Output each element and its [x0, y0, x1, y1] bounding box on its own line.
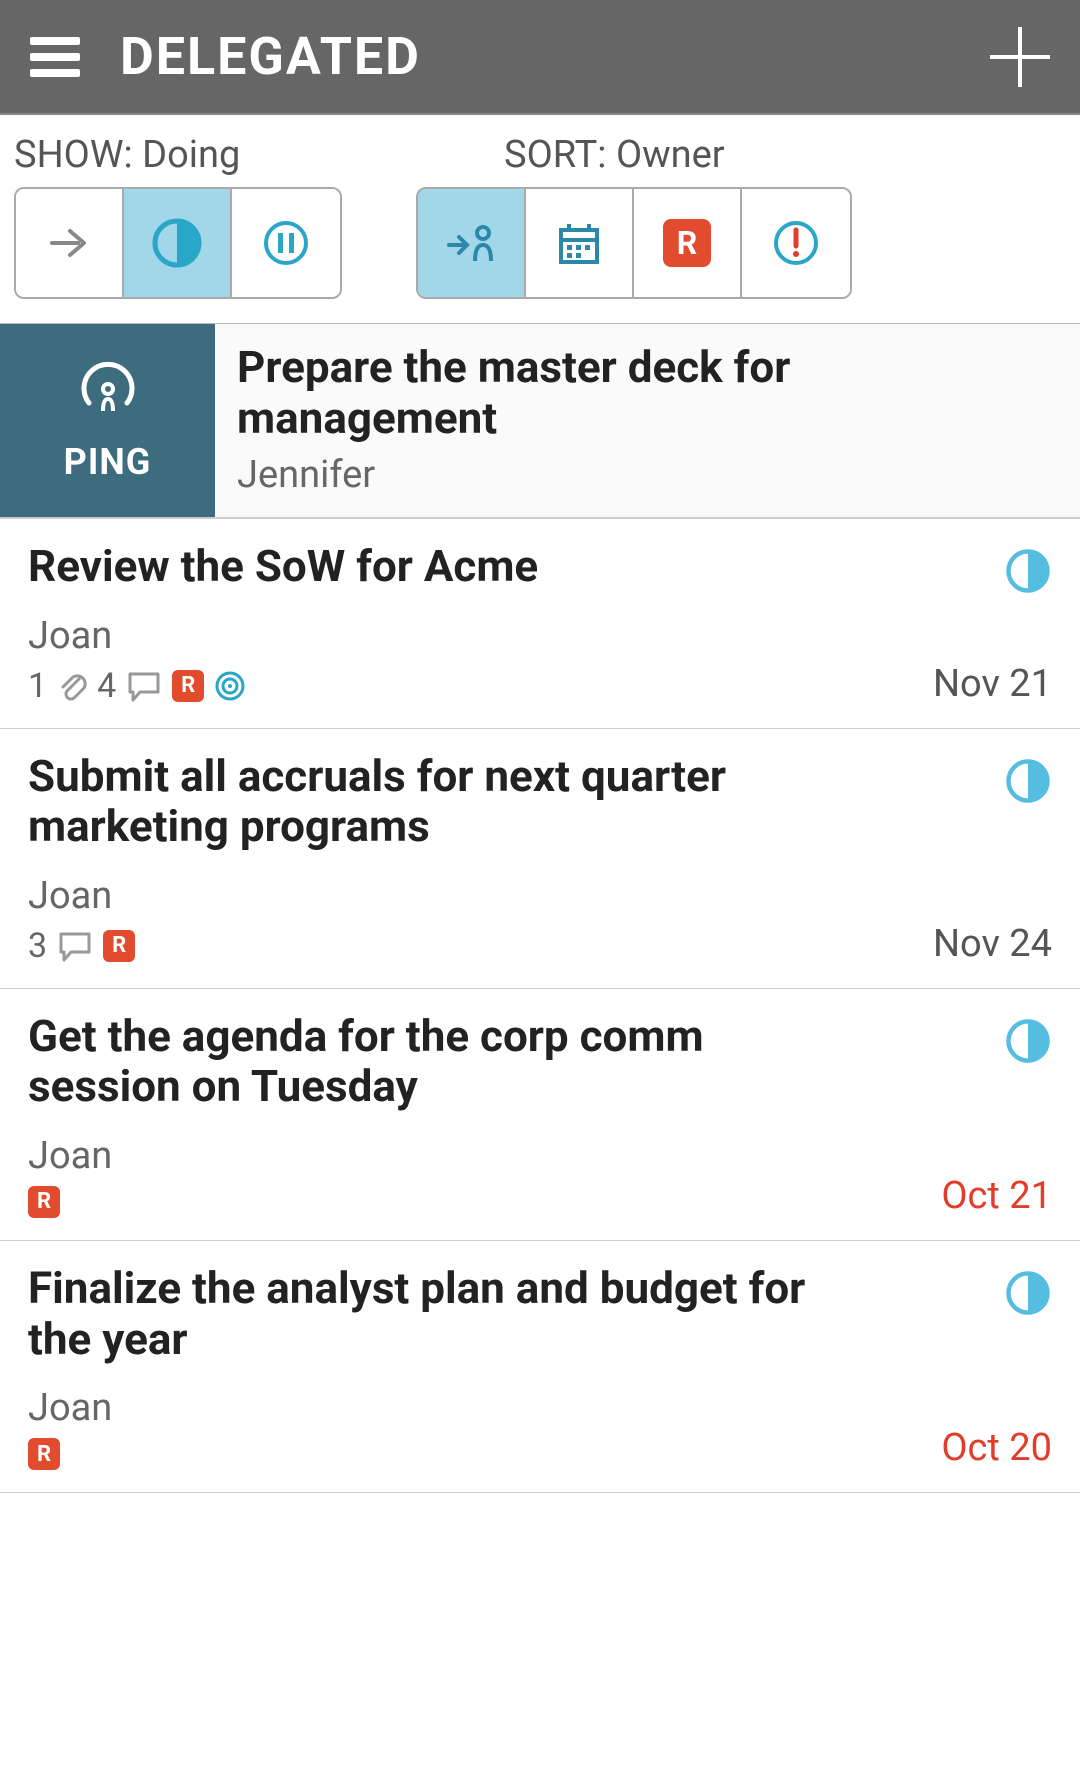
- r-badge-icon: R: [103, 930, 135, 962]
- status-icon: [1004, 1269, 1052, 1317]
- task-owner: Jennifer: [237, 453, 1058, 497]
- task-date: Oct 20: [941, 1426, 1052, 1470]
- half-circle-icon: [150, 216, 204, 270]
- ping-icon: [73, 359, 143, 429]
- comment-count: 4: [97, 666, 116, 706]
- pinned-task[interactable]: PING Prepare the master deck for managem…: [0, 324, 1080, 519]
- target-icon: [214, 670, 246, 702]
- comment-icon: [57, 930, 93, 962]
- task-meta: R: [28, 1438, 852, 1470]
- show-option-doing[interactable]: [124, 189, 232, 297]
- comment-icon: [126, 670, 162, 702]
- filter-bar: SHOW: Doing SORT: Owner R: [0, 115, 1080, 324]
- pause-icon: [261, 218, 311, 268]
- pinned-content: Prepare the master deck for management J…: [215, 324, 1080, 517]
- priority-icon: [771, 218, 821, 268]
- half-circle-icon: [1004, 547, 1052, 595]
- sort-label: SORT: Owner: [504, 133, 725, 177]
- sort-option-date[interactable]: [526, 189, 634, 297]
- status-icon: [1004, 1017, 1052, 1065]
- task-right: Nov 21: [872, 541, 1052, 706]
- task-item[interactable]: Finalize the analyst plan and budget for…: [0, 1241, 1080, 1493]
- task-owner: Joan: [28, 874, 852, 918]
- task-right: Oct 20: [872, 1263, 1052, 1470]
- r-badge-icon: R: [663, 219, 711, 267]
- comment-count: 3: [28, 926, 47, 966]
- status-icon: [1004, 547, 1052, 595]
- r-badge-icon: R: [172, 670, 204, 702]
- task-left: Submit all accruals for next quarter mar…: [28, 751, 872, 966]
- app-header: DELEGATED: [0, 0, 1080, 115]
- attachment-icon: [57, 669, 87, 703]
- task-left: Review the SoW for Acme Joan 1 4 R: [28, 541, 872, 706]
- task-owner: Joan: [28, 614, 852, 658]
- half-circle-icon: [1004, 1017, 1052, 1065]
- task-date: Nov 21: [933, 662, 1052, 706]
- task-title: Get the agenda for the corp comm session…: [28, 1011, 852, 1112]
- sort-option-priority[interactable]: [742, 189, 850, 297]
- task-owner: Joan: [28, 1134, 852, 1178]
- task-right: Oct 21: [872, 1011, 1052, 1218]
- show-segment: [14, 187, 342, 299]
- half-circle-icon: [1004, 757, 1052, 805]
- show-option-paused[interactable]: [232, 189, 340, 297]
- task-title: Submit all accruals for next quarter mar…: [28, 751, 852, 852]
- sort-option-owner[interactable]: [418, 189, 526, 297]
- task-meta: 3R: [28, 926, 852, 966]
- task-left: Finalize the analyst plan and budget for…: [28, 1263, 872, 1470]
- task-date: Oct 21: [941, 1174, 1052, 1218]
- page-title: DELEGATED: [120, 26, 990, 87]
- task-list: PING Prepare the master deck for managem…: [0, 324, 1080, 1493]
- task-title: Prepare the master deck for management: [237, 342, 1058, 443]
- sort-segment: R: [416, 187, 852, 299]
- half-circle-icon: [1004, 1269, 1052, 1317]
- task-right: Nov 24: [872, 751, 1052, 966]
- status-icon: [1004, 757, 1052, 805]
- calendar-icon: [554, 218, 604, 268]
- r-badge-icon: R: [28, 1438, 60, 1470]
- ping-label: PING: [64, 441, 152, 483]
- task-item[interactable]: Submit all accruals for next quarter mar…: [0, 729, 1080, 989]
- task-item[interactable]: Review the SoW for Acme Joan 1 4 R Nov 21: [0, 519, 1080, 729]
- task-title: Finalize the analyst plan and budget for…: [28, 1263, 852, 1364]
- ping-button[interactable]: PING: [0, 324, 215, 517]
- task-meta: 1 4 R: [28, 666, 852, 706]
- task-owner: Joan: [28, 1386, 852, 1430]
- task-left: Get the agenda for the corp comm session…: [28, 1011, 872, 1218]
- show-option-arrow[interactable]: [16, 189, 124, 297]
- task-item[interactable]: Get the agenda for the corp comm session…: [0, 989, 1080, 1241]
- task-title: Review the SoW for Acme: [28, 541, 852, 592]
- menu-icon[interactable]: [30, 37, 80, 77]
- show-label: SHOW: Doing: [14, 133, 504, 177]
- attachment-count: 1: [28, 666, 47, 706]
- task-date: Nov 24: [933, 922, 1052, 966]
- add-icon[interactable]: [990, 27, 1050, 87]
- task-meta: R: [28, 1186, 852, 1218]
- r-badge-icon: R: [28, 1186, 60, 1218]
- person-arrow-icon: [443, 215, 499, 271]
- sort-option-rank[interactable]: R: [634, 189, 742, 297]
- arrow-right-icon: [44, 218, 94, 268]
